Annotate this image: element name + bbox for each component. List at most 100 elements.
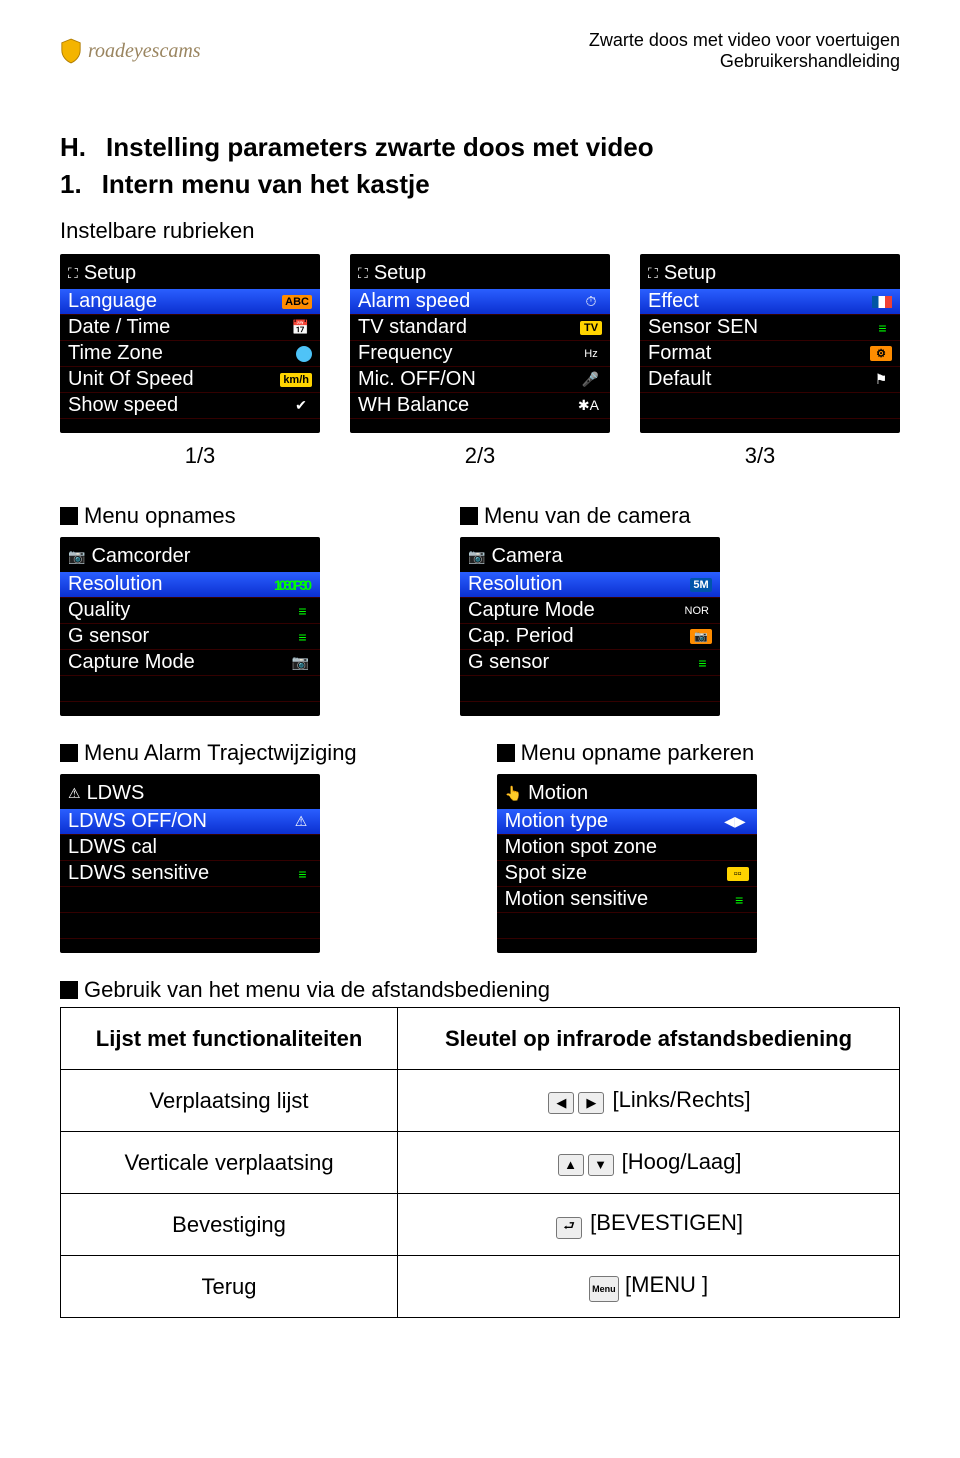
page-header: roadeyescams Zwarte doos met video voor … <box>60 30 900 72</box>
arrow-key-icon: ▲ <box>558 1154 584 1176</box>
menu-item-badge: ⏱ <box>580 292 602 311</box>
brand-text: roadeyescams <box>88 40 201 63</box>
setup-screen: ⛶SetupEffectSensor SEN≡Format ⚙ Default⚑ <box>640 254 900 433</box>
menu-item-badge: 5M <box>690 578 712 592</box>
menu-item-label: Effect <box>648 290 699 313</box>
menu-item-badge: 📅 <box>289 318 312 337</box>
menu-item-badge: ⚠ <box>290 812 312 831</box>
menu-item[interactable]: Time Zone <box>60 341 320 367</box>
menu-item[interactable]: LDWS OFF/ON⚠ <box>60 809 320 835</box>
menu-item[interactable]: Format ⚙ <box>640 341 900 367</box>
screen-title-text: Setup <box>374 262 426 285</box>
header-line2: Gebruikershandleiding <box>589 51 900 72</box>
label-menu-camera: Menu van de camera <box>460 503 720 529</box>
remote-use-heading-text: Gebruik van het menu via de afstandsbedi… <box>84 977 550 1003</box>
ldws-icon: ⚠ <box>68 785 81 802</box>
screen-title-text: Setup <box>84 262 136 285</box>
table-header-row: Lijst met functionaliteiten Sleutel op i… <box>61 1008 900 1070</box>
menu-item-badge: ⚙ <box>870 346 892 361</box>
menu-item-badge: ◀▶ <box>721 812 749 831</box>
menu-item-label: Frequency <box>358 342 453 365</box>
menu-item[interactable]: G sensor≡ <box>460 650 720 676</box>
menu-item[interactable]: Mic. OFF/ON 🎤 <box>350 367 610 393</box>
menu-item-label: Mic. OFF/ON <box>358 368 476 391</box>
menu-item[interactable]: Motion spot zone <box>497 835 757 861</box>
menu-item-badge: ≡ <box>870 319 892 337</box>
menu-item-label: Time Zone <box>68 342 163 365</box>
menu-item-label: Format <box>648 342 711 365</box>
menu-item[interactable]: Quality≡ <box>60 598 320 624</box>
menu-item[interactable]: Motion sensitive≡ <box>497 887 757 913</box>
menu-item[interactable]: Unit Of Speedkm/h <box>60 367 320 393</box>
label-menu-motion: Menu opname parkeren <box>497 740 757 766</box>
menu-item[interactable] <box>60 913 320 939</box>
menu-item-badge: ≡ <box>290 865 312 883</box>
label-menu-ldws: Menu Alarm Trajectwijziging <box>60 740 357 766</box>
menu-item[interactable]: Frequency Hz <box>350 341 610 367</box>
menu-item[interactable]: Date / Time📅 <box>60 315 320 341</box>
menu-item-badge: NOR <box>682 604 712 618</box>
screen-title: ⛶Setup <box>640 260 900 289</box>
menu-item[interactable]: Resolution1080P30 <box>60 572 320 598</box>
setup-icon: ⛶ <box>648 265 658 282</box>
menu-item-badge: TV <box>580 321 602 335</box>
section-1-heading: 1. Intern menu van het kastje <box>60 169 900 200</box>
menu-item[interactable] <box>60 676 320 702</box>
menu-item[interactable]: LDWS sensitive≡ <box>60 861 320 887</box>
menu-item[interactable]: Sensor SEN≡ <box>640 315 900 341</box>
menu-item[interactable]: Spot size▫▫ <box>497 861 757 887</box>
pager-label: 2/3 <box>465 443 496 469</box>
remote-use-heading: Gebruik van het menu via de afstandsbedi… <box>60 977 900 1003</box>
header-line1: Zwarte doos met video voor voertuigen <box>589 30 900 51</box>
menu-item[interactable]: Capture Mode📷 <box>60 650 320 676</box>
menu-item-badge: Hz <box>580 347 602 361</box>
menu-item[interactable] <box>497 913 757 939</box>
menu-item[interactable]: G sensor≡ <box>60 624 320 650</box>
menu-item-badge: ⚑ <box>870 370 892 389</box>
menu-item[interactable]: Show speed✔ <box>60 393 320 419</box>
pager-row: 1/32/33/3 <box>60 443 900 469</box>
pager-label: 3/3 <box>745 443 776 469</box>
menu-item[interactable]: Effect <box>640 289 900 315</box>
menu-item[interactable]: Motion type◀▶ <box>497 809 757 835</box>
menu-item[interactable] <box>640 393 900 419</box>
camcorder-screen: 📷CamcorderResolution1080P30Quality≡G sen… <box>60 537 320 716</box>
menu-item[interactable]: Language ABC <box>60 289 320 315</box>
menu-item-label: Alarm speed <box>358 290 470 313</box>
arrow-key-icon: ⮐ <box>556 1217 582 1239</box>
menu-item[interactable]: Resolution 5M <box>460 572 720 598</box>
menu-item[interactable]: WH Balance✱A <box>350 393 610 419</box>
label-menu-motion-text: Menu opname parkeren <box>521 740 755 766</box>
table-row: TerugMenu [MENU ] <box>61 1256 900 1318</box>
menu-item[interactable]: Cap. Period📷 <box>460 624 720 650</box>
menu-item[interactable]: LDWS cal <box>60 835 320 861</box>
table-header-keys: Sleutel op infrarode afstandsbediening <box>398 1008 900 1070</box>
function-label: Terug <box>61 1256 398 1318</box>
menu-item-label: Capture Mode <box>468 599 595 622</box>
table-row: Bevestiging⮐ [BEVESTIGEN] <box>61 1194 900 1256</box>
menu-item-label: WH Balance <box>358 394 469 417</box>
menu-item-label: Language <box>68 290 157 313</box>
arrow-key-icon: ▶ <box>578 1092 604 1114</box>
menu-item-label: Resolution <box>468 573 563 596</box>
menu-item[interactable] <box>60 887 320 913</box>
menu-item[interactable]: Capture Mode NOR <box>460 598 720 624</box>
menu-item-badge: ≡ <box>290 628 312 646</box>
motion-icon: 👆 <box>505 785 522 802</box>
key-cell: ⮐ [BEVESTIGEN] <box>398 1194 900 1256</box>
setup-screen: ⛶SetupLanguageABCDate / Time📅Time ZoneUn… <box>60 254 320 433</box>
square-bullet-icon <box>497 744 515 762</box>
menu-item[interactable]: Alarm speed ⏱ <box>350 289 610 315</box>
menu-item[interactable]: TV standardTV <box>350 315 610 341</box>
label-menu-opnames: Menu opnames <box>60 503 320 529</box>
menu-item-badge: 1080P30 <box>271 576 312 594</box>
label-menu-ldws-text: Menu Alarm Trajectwijziging <box>84 740 357 766</box>
menu-item-badge: ABC <box>282 295 312 309</box>
setup-screen: ⛶SetupAlarm speed⏱TV standardTVFrequency… <box>350 254 610 433</box>
square-bullet-icon <box>460 507 478 525</box>
menu-item-badge: 🎤 <box>579 370 602 389</box>
menu-item-badge: ≡ <box>727 891 749 909</box>
menu-item[interactable]: Default⚑ <box>640 367 900 393</box>
menu-item[interactable] <box>460 676 720 702</box>
menu-item-badge: km/h <box>280 373 312 387</box>
